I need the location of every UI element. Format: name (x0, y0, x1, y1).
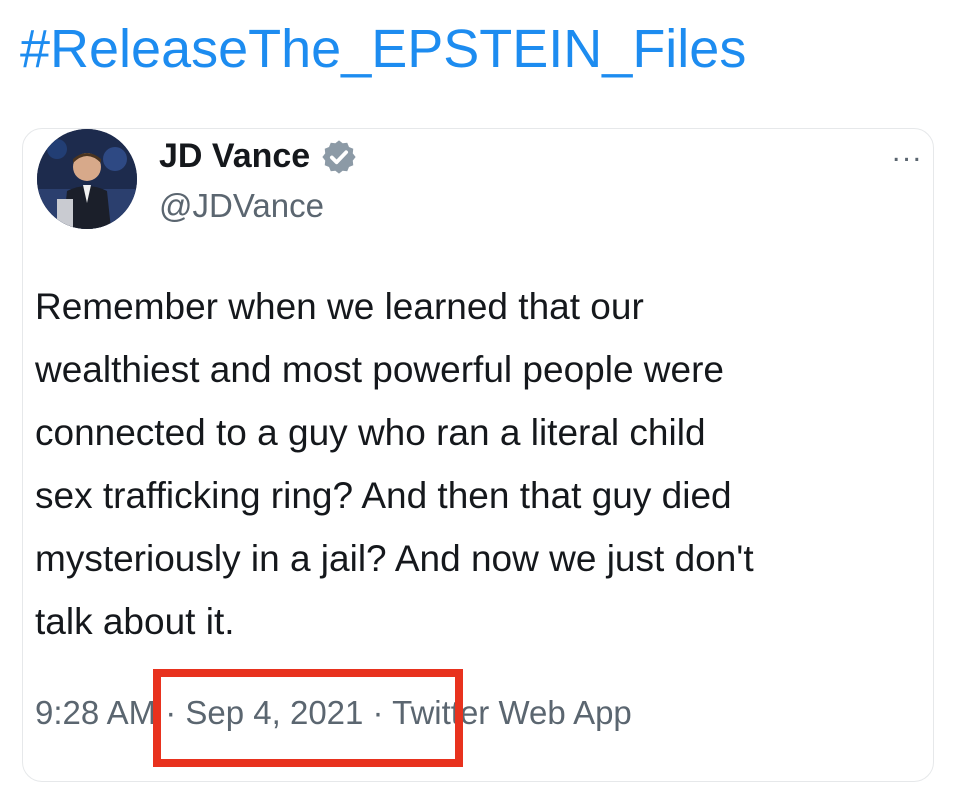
author-handle[interactable]: @JDVance (159, 187, 324, 225)
verified-badge-icon (320, 138, 358, 176)
screenshot-page: #ReleaseThe_EPSTEIN_Files JD Vance @JDVa… (0, 0, 953, 802)
hashtag-title[interactable]: #ReleaseThe_EPSTEIN_Files (20, 22, 746, 76)
more-options-icon[interactable]: ... (892, 137, 923, 167)
author-name[interactable]: JD Vance (159, 137, 310, 176)
tweet-text: Remember when we learned that our wealth… (35, 286, 754, 642)
tweet-card: JD Vance @JDVance ... Remember when we l… (22, 128, 934, 782)
date-highlight-box (153, 669, 463, 767)
author-row: JD Vance (159, 137, 358, 176)
avatar[interactable] (37, 129, 137, 229)
